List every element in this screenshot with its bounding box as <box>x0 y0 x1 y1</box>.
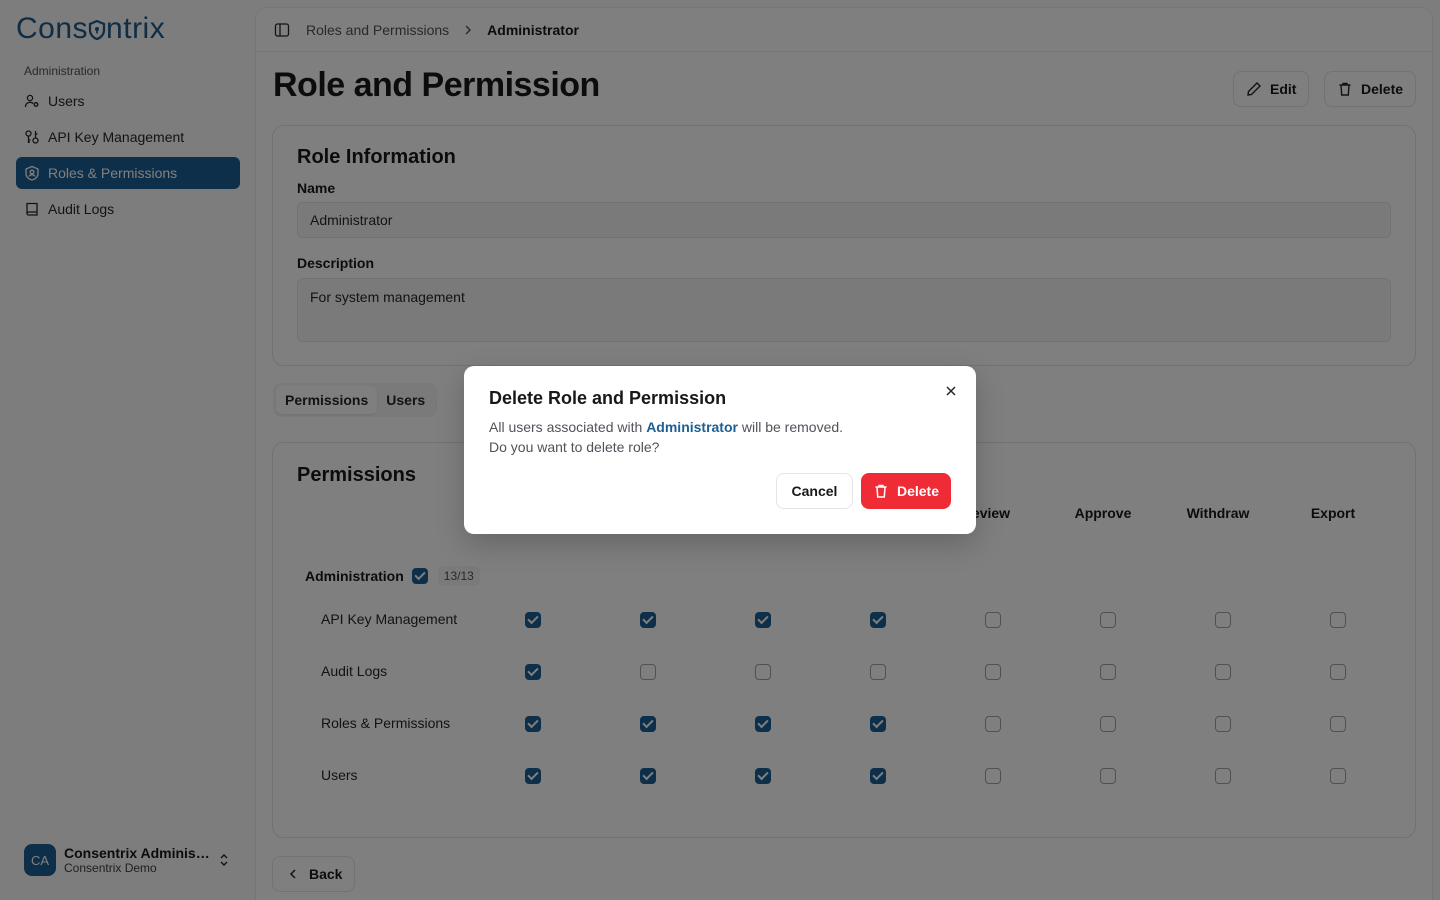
dialog-title: Delete Role and Permission <box>489 388 727 408</box>
message-text: will be removed. <box>737 419 844 435</box>
dialog-message-line-2: Do you want to delete role? <box>489 439 660 455</box>
confirm-delete-label: Delete <box>896 483 940 499</box>
message-text: All users associated with <box>489 419 647 435</box>
close-icon[interactable] <box>943 383 959 399</box>
cancel-button[interactable]: Cancel <box>776 473 853 509</box>
dialog-message: All users associated with Administrator … <box>489 417 843 457</box>
confirm-delete-button[interactable]: Delete <box>861 473 951 509</box>
delete-role-dialog: Delete Role and Permission All users ass… <box>464 366 976 534</box>
trash-icon <box>875 484 887 498</box>
dialog-message-line-1: All users associated with Administrator … <box>489 417 843 437</box>
role-name-highlight: Administrator <box>646 419 738 435</box>
